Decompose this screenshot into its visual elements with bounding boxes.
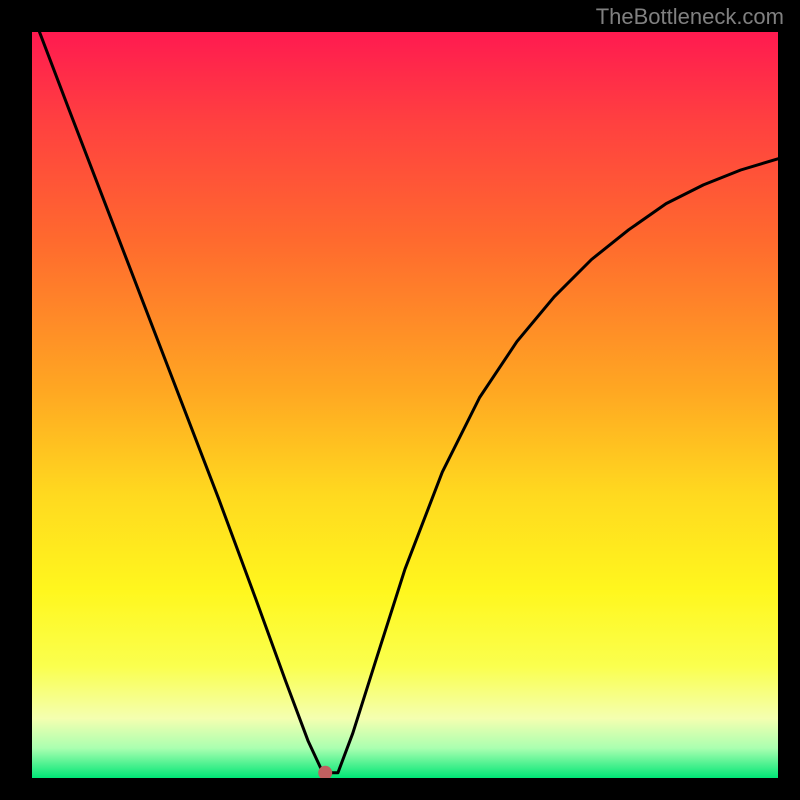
- plot-svg: [32, 32, 778, 778]
- chart-frame: TheBottleneck.com: [0, 0, 800, 800]
- plot-area: [32, 32, 778, 778]
- bottleneck-curve: [40, 32, 779, 773]
- watermark-text: TheBottleneck.com: [596, 4, 784, 30]
